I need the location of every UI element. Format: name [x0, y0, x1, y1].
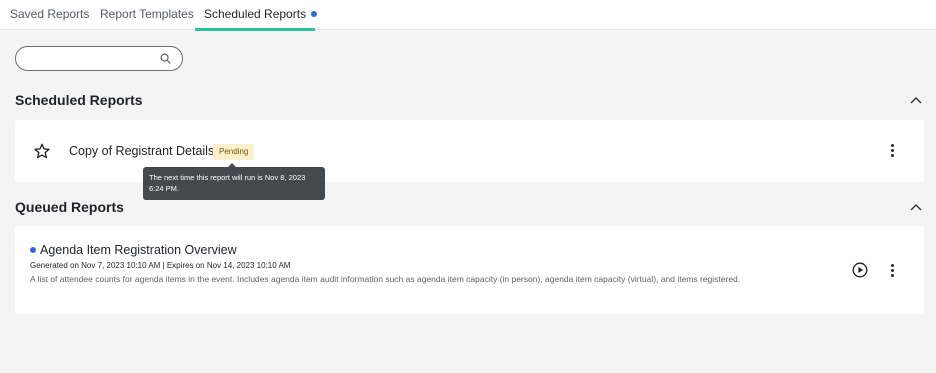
scheduled-reports-heading: Scheduled Reports [15, 92, 143, 108]
kebab-menu-icon[interactable] [891, 264, 895, 278]
tab-saved-reports[interactable]: Saved Reports [10, 0, 89, 30]
kebab-menu-icon[interactable] [891, 144, 895, 158]
queued-report-description: A list of attendee counts for agenda ite… [30, 274, 741, 284]
tab-report-templates[interactable]: Report Templates [100, 0, 194, 30]
queued-report-meta: Generated on Nov 7, 2023 10:10 AM | Expi… [30, 261, 291, 270]
status-badge: Pending [213, 144, 255, 160]
queued-report-name: Agenda Item Registration Overview [40, 243, 237, 257]
star-icon[interactable] [34, 143, 50, 159]
queued-report-title[interactable]: Agenda Item Registration Overview [30, 243, 237, 257]
tab-scheduled-reports[interactable]: Scheduled Reports [195, 0, 318, 31]
queued-reports-heading: Queued Reports [15, 199, 124, 215]
next-run-tooltip: The next time this report will run is No… [143, 163, 325, 200]
search-box [15, 46, 183, 71]
play-icon[interactable] [852, 262, 868, 278]
tab-bar: Saved Reports Report Templates Scheduled… [0, 0, 936, 31]
notification-dot [311, 11, 318, 17]
tooltip-text: The next time this report will run is No… [149, 173, 306, 193]
queued-report-card: Agenda Item Registration Overview Genera… [15, 226, 924, 314]
search-input[interactable] [26, 50, 156, 67]
active-tab-indicator [195, 28, 315, 31]
chevron-up-icon[interactable] [910, 96, 922, 104]
unread-dot [30, 247, 36, 253]
report-name[interactable]: Copy of Registrant Details [69, 144, 214, 158]
chevron-up-icon[interactable] [910, 203, 922, 211]
tab-scheduled-reports-label: Scheduled Reports [204, 7, 307, 21]
search-icon[interactable] [160, 53, 171, 64]
tooltip-arrow [228, 163, 236, 167]
